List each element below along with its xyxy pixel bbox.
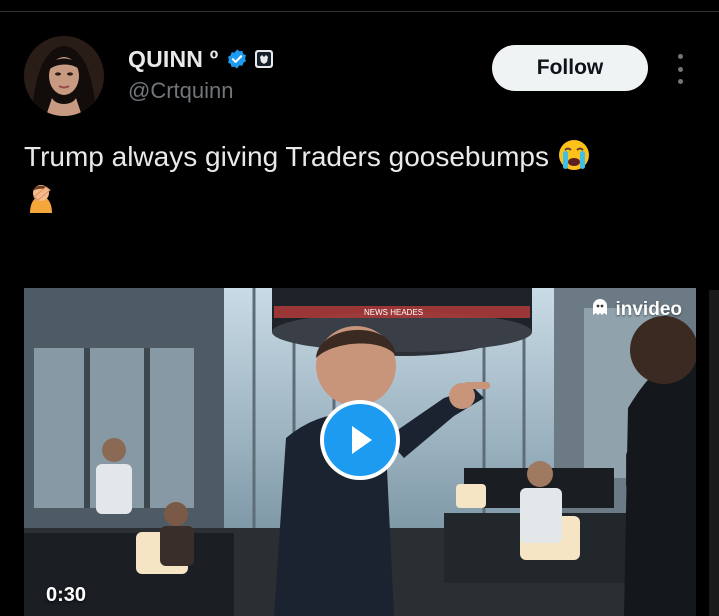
tweet-text: Trump always giving Traders goosebumps [24,138,684,224]
more-vertical-icon[interactable] [672,54,688,84]
follow-button[interactable]: Follow [492,45,648,91]
loudly-crying-face-emoji [557,138,591,181]
ticker-text: NEWS HEADES [364,308,423,317]
tweet-body: Trump always giving Traders goosebumps [24,141,549,172]
verified-check-icon [226,48,248,70]
play-button[interactable] [320,400,400,480]
ghost-icon [591,298,609,322]
display-name[interactable]: QUINN º [128,46,218,73]
scrollbar[interactable] [709,290,719,616]
author-name-row[interactable]: QUINN º [128,46,274,72]
video-player[interactable]: NEWS HEADES invideo 0:30 [24,288,696,616]
avatar-image [24,36,104,116]
author-handle[interactable]: @Crtquinn [128,78,234,104]
play-icon [352,426,372,454]
affiliate-badge-icon[interactable] [254,49,274,69]
avatar[interactable] [24,36,104,116]
video-watermark: invideo [591,298,682,322]
video-duration: 0:30 [46,584,87,606]
person-facepalming-emoji [24,181,58,224]
top-divider [0,11,719,12]
watermark-label: invideo [615,299,682,320]
